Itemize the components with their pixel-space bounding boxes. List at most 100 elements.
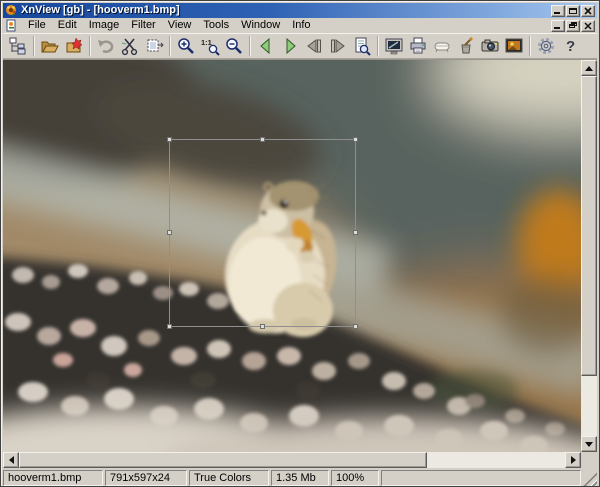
cut-scissors-icon: [120, 36, 140, 56]
preview-button[interactable]: [350, 35, 374, 58]
status-filename: hooverm1.bmp: [3, 470, 103, 486]
slideshow-button[interactable]: [502, 35, 526, 58]
horizontal-scrollbar[interactable]: [3, 452, 581, 468]
capture-button[interactable]: [478, 35, 502, 58]
gear-icon: [536, 36, 556, 56]
close-icon: [584, 6, 593, 16]
selection-rect[interactable]: [169, 139, 356, 327]
image-canvas[interactable]: [3, 60, 581, 453]
undo-icon: [96, 36, 116, 56]
zoom-actual-button[interactable]: 1:1: [198, 35, 222, 58]
resize-grip[interactable]: [583, 472, 597, 486]
document-icon: [5, 19, 18, 32]
toolbar-separator: [529, 36, 531, 56]
vertical-scroll-thumb[interactable]: [581, 76, 597, 376]
menu-window[interactable]: Window: [235, 18, 286, 33]
mdi-close-button[interactable]: [581, 20, 595, 32]
print-button[interactable]: [406, 35, 430, 58]
open-button[interactable]: [38, 35, 62, 58]
mdi-close-icon: [583, 21, 595, 31]
scroll-up-button[interactable]: [581, 60, 597, 76]
xnview-window: XnView [gb] - [hooverm1.bmp] File Edit I…: [0, 0, 600, 487]
first-button[interactable]: [302, 35, 326, 58]
left-arrow-icon: [5, 456, 14, 464]
last-button[interactable]: [326, 35, 350, 58]
selection-handle-ml[interactable]: [167, 230, 172, 235]
menu-tools[interactable]: Tools: [197, 18, 235, 33]
menu-file[interactable]: File: [22, 18, 52, 33]
menubar: File Edit Image Filter View Tools Window…: [3, 18, 597, 33]
fullscreen-button[interactable]: [382, 35, 406, 58]
last-arrow-icon: [328, 36, 348, 56]
selection-handle-bm[interactable]: [260, 324, 265, 329]
print-icon: [408, 36, 428, 56]
status-colordepth: True Colors: [189, 470, 269, 486]
cup-icon: [456, 36, 476, 56]
selection-handle-bl[interactable]: [167, 324, 172, 329]
undo-button[interactable]: [94, 35, 118, 58]
first-arrow-icon: [304, 36, 324, 56]
options-button[interactable]: [534, 35, 558, 58]
window-title: XnView [gb] - [hooverm1.bmp]: [21, 3, 548, 18]
save-button[interactable]: [62, 35, 86, 58]
svg-text:1:1: 1:1: [201, 38, 212, 47]
crop-button[interactable]: [142, 35, 166, 58]
menu-filter[interactable]: Filter: [125, 18, 161, 33]
mdi-minimize-icon: [554, 27, 560, 29]
previous-arrow-icon: [256, 36, 276, 56]
statusbar: hooverm1.bmp 791x597x24 True Colors 1.35…: [3, 468, 597, 486]
menu-edit[interactable]: Edit: [52, 18, 83, 33]
crop-icon: [144, 36, 164, 56]
right-arrow-icon: [571, 456, 580, 464]
cut-button[interactable]: [118, 35, 142, 58]
viewport-row: [3, 59, 597, 452]
scroll-left-button[interactable]: [3, 452, 19, 468]
selection-handle-br[interactable]: [353, 324, 358, 329]
browse-button[interactable]: [6, 35, 30, 58]
xnview-app-icon: [5, 4, 18, 17]
hscroll-row: [3, 452, 597, 468]
zoom-in-icon: [176, 36, 196, 56]
down-arrow-icon: [585, 442, 593, 451]
toolbar: 1:1: [3, 33, 597, 59]
toolbar-separator: [33, 36, 35, 56]
horizontal-scroll-thumb[interactable]: [19, 452, 427, 468]
mdi-minimize-button[interactable]: [551, 20, 565, 32]
toolbar-separator: [89, 36, 91, 56]
zoom-in-button[interactable]: [174, 35, 198, 58]
help-icon: ?: [560, 36, 580, 56]
mdi-restore-button[interactable]: [566, 20, 580, 32]
previous-button[interactable]: [254, 35, 278, 58]
scan-button[interactable]: [430, 35, 454, 58]
status-dimensions: 791x597x24: [105, 470, 187, 486]
selection-handle-tl[interactable]: [167, 137, 172, 142]
menu-view[interactable]: View: [162, 18, 198, 33]
batch-convert-button[interactable]: [454, 35, 478, 58]
scroll-right-button[interactable]: [565, 452, 581, 468]
close-button[interactable]: [581, 5, 595, 17]
maximize-button[interactable]: [566, 5, 580, 17]
camera-icon: [480, 36, 500, 56]
vertical-scrollbar[interactable]: [581, 60, 597, 452]
status-zoom: 100%: [331, 470, 379, 486]
selection-handle-tm[interactable]: [260, 137, 265, 142]
scroll-down-button[interactable]: [581, 436, 597, 452]
fullscreen-icon: [384, 36, 404, 56]
next-button[interactable]: [278, 35, 302, 58]
status-empty: [381, 470, 581, 486]
preview-page-icon: [352, 36, 372, 56]
toolbar-separator: [249, 36, 251, 56]
help-button[interactable]: ?: [558, 35, 582, 58]
zoom-out-button[interactable]: [222, 35, 246, 58]
selection-handle-tr[interactable]: [353, 137, 358, 142]
menu-info[interactable]: Info: [286, 18, 316, 33]
minimize-button[interactable]: [551, 5, 565, 17]
svg-text:?: ?: [566, 38, 575, 55]
selection-handle-mr[interactable]: [353, 230, 358, 235]
maximize-icon: [569, 8, 577, 14]
scrollbar-corner: [581, 452, 597, 468]
save-folder-icon: [64, 36, 84, 56]
menu-image[interactable]: Image: [83, 18, 126, 33]
titlebar[interactable]: XnView [gb] - [hooverm1.bmp]: [3, 3, 597, 18]
zoom-actual-icon: 1:1: [200, 36, 220, 56]
